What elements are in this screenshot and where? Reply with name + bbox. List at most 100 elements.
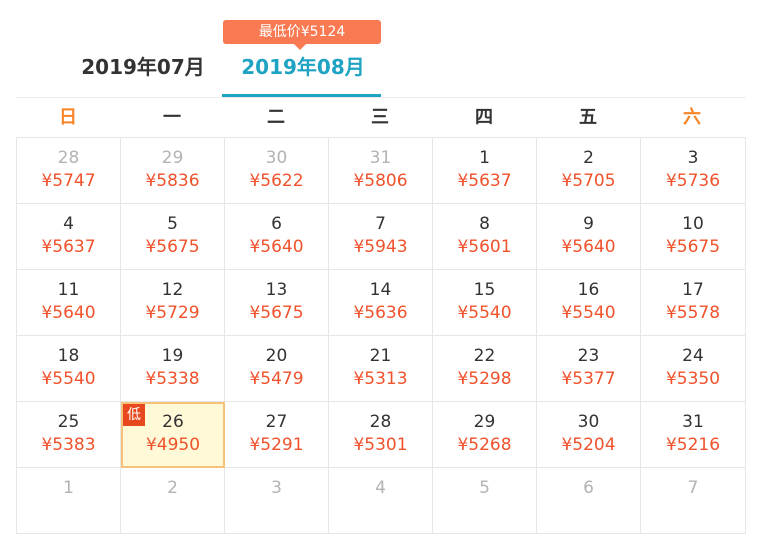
day-price: ¥5291: [249, 435, 304, 455]
tab-2019-08[interactable]: 2019年08月: [236, 50, 370, 84]
weekday-mon: 一: [163, 107, 181, 128]
weekday-thu: 四: [475, 107, 493, 128]
day-cell[interactable]: 14 ¥5636: [329, 270, 433, 336]
day-cell[interactable]: 3 ¥5736: [641, 138, 746, 204]
day-cell[interactable]: 28 ¥5301: [329, 402, 433, 468]
day-cell[interactable]: 18 ¥5540: [17, 336, 121, 402]
tab-2019-07[interactable]: 2019年07月: [80, 50, 206, 84]
day-price: ¥5540: [561, 303, 616, 323]
day-cell[interactable]: 4: [329, 468, 433, 534]
day-cell[interactable]: 6 ¥5640: [225, 204, 329, 270]
day-cell[interactable]: 30 ¥5204: [537, 402, 641, 468]
day-cell[interactable]: 31 ¥5216: [641, 402, 746, 468]
day-number: 2: [167, 478, 178, 498]
day-cell[interactable]: 1 ¥5637: [433, 138, 537, 204]
day-number: 18: [57, 346, 80, 366]
day-number: 6: [583, 478, 594, 498]
day-number: 28: [369, 412, 392, 432]
day-number: 30: [265, 148, 288, 168]
day-cell[interactable]: 10 ¥5675: [641, 204, 746, 270]
day-cell[interactable]: 20 ¥5479: [225, 336, 329, 402]
day-number: 24: [682, 346, 704, 366]
day-number: 29: [473, 412, 496, 432]
day-cell[interactable]: 4 ¥5637: [17, 204, 121, 270]
day-price: ¥5204: [561, 435, 616, 455]
day-cell[interactable]: 28 ¥5747: [17, 138, 121, 204]
day-cell[interactable]: 30 ¥5622: [225, 138, 329, 204]
day-cell[interactable]: 2 ¥5705: [537, 138, 641, 204]
day-price: ¥5350: [665, 369, 721, 389]
day-cell[interactable]: 5 ¥5675: [121, 204, 225, 270]
day-cell[interactable]: 21 ¥5313: [329, 336, 433, 402]
day-cell[interactable]: 3: [225, 468, 329, 534]
day-cell[interactable]: 25 ¥5383: [17, 402, 121, 468]
weekday-sat: 六: [683, 107, 701, 128]
day-price: ¥5578: [665, 303, 721, 323]
day-cell[interactable]: 19 ¥5338: [121, 336, 225, 402]
day-cell[interactable]: 16 ¥5540: [537, 270, 641, 336]
day-number: 13: [265, 280, 288, 300]
day-number: 12: [161, 280, 184, 300]
day-price: ¥5675: [249, 303, 304, 323]
weekday-header: 日 一 二 三 四 五 六: [16, 98, 746, 137]
day-number: 26: [162, 412, 184, 432]
weekday-tue: 二: [267, 107, 285, 128]
day-number: 29: [161, 148, 184, 168]
day-cell[interactable]: 29 ¥5268: [433, 402, 537, 468]
day-price: ¥5268: [457, 435, 512, 455]
day-number: 25: [57, 412, 80, 432]
day-cell[interactable]: 12 ¥5729: [121, 270, 225, 336]
day-number: 27: [265, 412, 288, 432]
day-number: 31: [369, 148, 392, 168]
day-number: 23: [577, 346, 600, 366]
day-price: ¥5640: [561, 237, 616, 257]
day-price: ¥5806: [353, 171, 408, 191]
day-number: 8: [479, 214, 490, 234]
day-cell[interactable]: 17 ¥5578: [641, 270, 746, 336]
day-cell[interactable]: 29 ¥5836: [121, 138, 225, 204]
day-price: ¥5313: [353, 369, 408, 389]
day-cell[interactable]: 13 ¥5675: [225, 270, 329, 336]
day-cell[interactable]: 15 ¥5540: [433, 270, 537, 336]
month-tabs: 2019年07月 2019年08月 最低价¥5124: [0, 0, 760, 97]
weekday-sun: 日: [59, 107, 77, 128]
day-number: 7: [375, 214, 386, 234]
day-price: ¥5383: [41, 435, 96, 455]
day-cell[interactable]: 5: [433, 468, 537, 534]
calendar-grid: 28 ¥5747 29 ¥5836 30 ¥5622 31 ¥5806 1 ¥5637 2 ¥5705…: [16, 137, 746, 534]
day-cell[interactable]: 6: [537, 468, 641, 534]
day-cell[interactable]: 22 ¥5298: [433, 336, 537, 402]
day-number: 30: [577, 412, 600, 432]
day-price: ¥5540: [41, 369, 96, 389]
day-price: ¥5338: [145, 369, 200, 389]
day-cell[interactable]: 1: [17, 468, 121, 534]
day-price: ¥5636: [353, 303, 408, 323]
day-price: ¥5640: [41, 303, 96, 323]
day-price: ¥4950: [145, 435, 201, 455]
day-number: 21: [369, 346, 392, 366]
day-number: 28: [57, 148, 80, 168]
day-price: ¥5640: [249, 237, 304, 257]
day-price: ¥5729: [145, 303, 200, 323]
day-price: ¥5216: [665, 435, 721, 455]
lowest-price-day-cell[interactable]: 低 26 ¥4950: [121, 402, 225, 468]
day-cell[interactable]: 27 ¥5291: [225, 402, 329, 468]
day-number: 4: [375, 478, 386, 498]
day-cell[interactable]: 2: [121, 468, 225, 534]
day-cell[interactable]: 24 ¥5350: [641, 336, 746, 402]
day-cell[interactable]: 7 ¥5943: [329, 204, 433, 270]
day-price: ¥5540: [457, 303, 512, 323]
day-price: ¥5637: [457, 171, 512, 191]
day-number: 5: [479, 478, 490, 498]
day-cell[interactable]: 23 ¥5377: [537, 336, 641, 402]
day-cell[interactable]: 31 ¥5806: [329, 138, 433, 204]
day-price: ¥5836: [145, 171, 200, 191]
weekday-wed: 三: [371, 107, 389, 128]
day-number: 2: [583, 148, 594, 168]
day-number: 5: [167, 214, 178, 234]
day-cell[interactable]: 11 ¥5640: [17, 270, 121, 336]
day-cell[interactable]: 7: [641, 468, 746, 534]
day-cell[interactable]: 9 ¥5640: [537, 204, 641, 270]
day-cell[interactable]: 8 ¥5601: [433, 204, 537, 270]
day-number: 31: [682, 412, 704, 432]
